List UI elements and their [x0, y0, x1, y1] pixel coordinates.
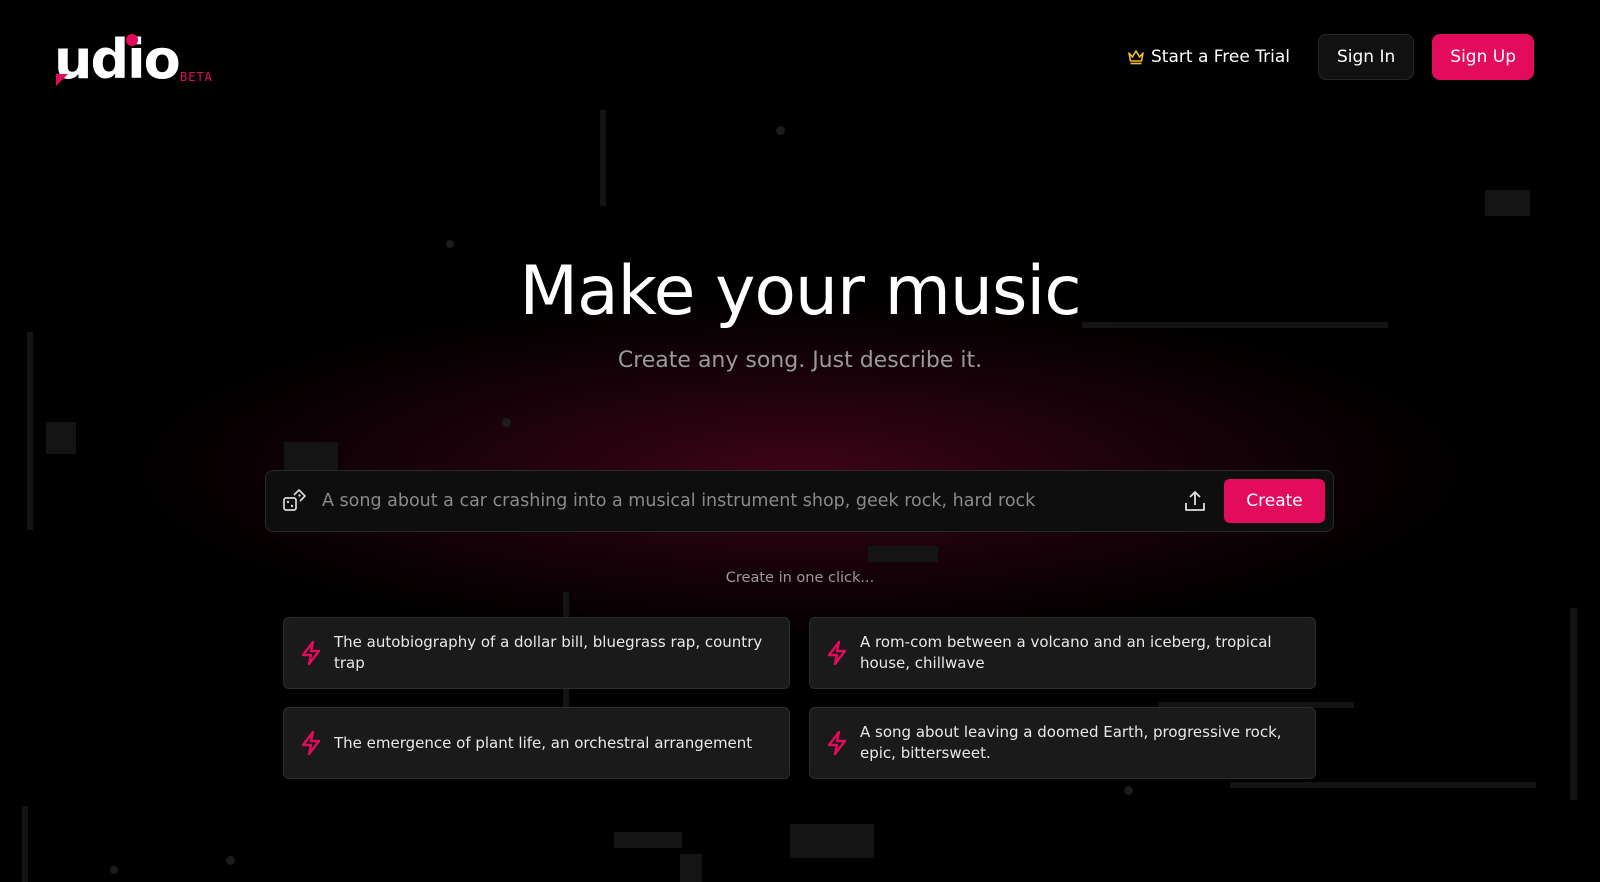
- background-decoration: [600, 110, 606, 206]
- suggestion-card[interactable]: The emergence of plant life, an orchestr…: [283, 707, 790, 779]
- suggestion-text: The emergence of plant life, an orchestr…: [334, 733, 753, 752]
- suggestion-text: A rom-com between a volcano and an icebe…: [860, 633, 1272, 672]
- background-decoration: [46, 422, 76, 454]
- background-decoration: [1230, 782, 1536, 788]
- prompt-bar: Create: [265, 470, 1334, 532]
- background-decoration: [614, 832, 682, 848]
- bolt-icon: [301, 730, 321, 756]
- suggestion-card[interactable]: A song about leaving a doomed Earth, pro…: [809, 707, 1316, 779]
- sign-up-button[interactable]: Sign Up: [1432, 34, 1534, 80]
- top-nav: Start a Free Trial Sign In Sign Up: [1127, 34, 1534, 80]
- sign-in-button[interactable]: Sign In: [1318, 34, 1415, 80]
- trial-label: Start a Free Trial: [1151, 47, 1290, 67]
- suggestion-list: The autobiography of a dollar bill, blue…: [283, 617, 1316, 779]
- udio-logo[interactable]: udio BETA: [54, 30, 224, 90]
- background-decoration: [226, 856, 235, 865]
- background-decoration: [22, 806, 28, 882]
- background-decoration: [1570, 608, 1577, 800]
- suggestion-card[interactable]: A rom-com between a volcano and an icebe…: [809, 617, 1316, 689]
- suggestion-text: A song about leaving a doomed Earth, pro…: [860, 723, 1282, 762]
- page-subtitle: Create any song. Just describe it.: [617, 348, 983, 373]
- background-decoration: [790, 824, 874, 858]
- background-decoration: [776, 126, 785, 135]
- logo-mark: [56, 74, 68, 86]
- bolt-icon: [301, 640, 321, 666]
- page-title: Make your music: [519, 252, 1081, 331]
- create-button[interactable]: Create: [1224, 479, 1325, 523]
- background-decoration: [110, 866, 118, 874]
- prompt-input[interactable]: [322, 481, 1172, 521]
- background-decoration: [284, 442, 338, 470]
- logo-dot: [126, 34, 138, 46]
- beta-badge: BETA: [180, 70, 213, 84]
- bolt-icon: [827, 640, 847, 666]
- bolt-icon: [827, 730, 847, 756]
- crown-icon: [1128, 50, 1144, 65]
- background-decoration: [868, 546, 938, 562]
- background-decoration: [502, 418, 511, 427]
- suggestion-text: The autobiography of a dollar bill, blue…: [334, 633, 763, 672]
- background-decoration: [680, 854, 702, 882]
- suggestion-card[interactable]: The autobiography of a dollar bill, blue…: [283, 617, 790, 689]
- background-decoration: [1485, 190, 1530, 216]
- background-decoration: [446, 240, 454, 248]
- suggestions-heading: Create in one click...: [725, 570, 875, 586]
- logo-wordmark: udio: [54, 28, 181, 91]
- background-decoration: [1124, 786, 1133, 795]
- upload-icon[interactable]: [1182, 488, 1208, 514]
- start-free-trial-link[interactable]: Start a Free Trial: [1127, 47, 1290, 67]
- dice-icon[interactable]: [282, 488, 308, 514]
